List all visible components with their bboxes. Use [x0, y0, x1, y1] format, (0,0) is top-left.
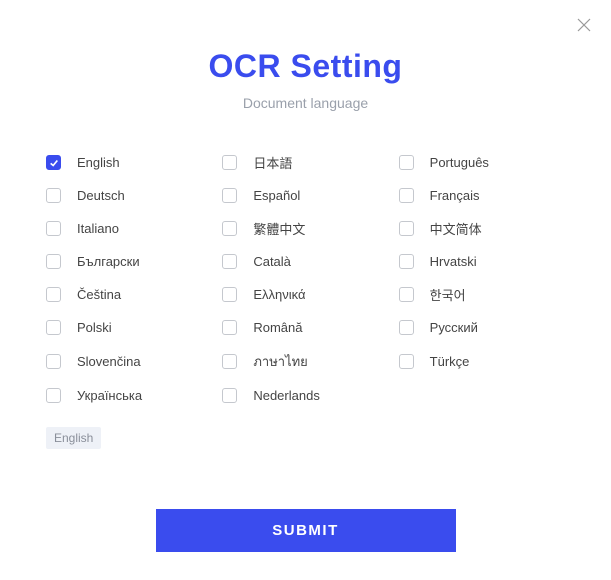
- language-checkbox[interactable]: [399, 221, 414, 236]
- language-checkbox[interactable]: [222, 320, 237, 335]
- language-option[interactable]: Українська: [46, 388, 212, 403]
- close-icon: [577, 18, 591, 32]
- language-checkbox[interactable]: [399, 320, 414, 335]
- language-checkbox[interactable]: [46, 155, 61, 170]
- language-option[interactable]: 繁體中文: [222, 219, 388, 238]
- language-checkbox[interactable]: [399, 354, 414, 369]
- language-label: 繁體中文: [253, 219, 305, 238]
- language-label: Português: [430, 155, 489, 170]
- language-label: Български: [77, 254, 140, 269]
- language-grid: English 日本語 Português Deutsch Español Françai…: [0, 111, 611, 403]
- language-label: Čeština: [77, 287, 121, 302]
- language-checkbox[interactable]: [399, 254, 414, 269]
- language-label: Türkçe: [430, 354, 470, 369]
- selected-language-tag: English: [46, 427, 101, 449]
- language-label: Ελληνικά: [253, 287, 305, 302]
- language-checkbox[interactable]: [399, 155, 414, 170]
- language-label: Polski: [77, 320, 112, 335]
- language-label: English: [77, 155, 120, 170]
- language-checkbox[interactable]: [46, 254, 61, 269]
- dialog-header: OCR Setting Document language: [0, 0, 611, 111]
- language-option[interactable]: English: [46, 153, 212, 172]
- language-label: Nederlands: [253, 388, 320, 403]
- language-label: ภาษาไทย: [253, 351, 307, 372]
- language-checkbox[interactable]: [222, 188, 237, 203]
- language-label: Slovenčina: [77, 354, 141, 369]
- language-label: 한국어: [430, 285, 466, 304]
- language-checkbox[interactable]: [222, 254, 237, 269]
- language-option[interactable]: Polski: [46, 320, 212, 335]
- language-option[interactable]: Español: [222, 188, 388, 203]
- language-option[interactable]: Türkçe: [399, 351, 565, 372]
- language-label: Español: [253, 188, 300, 203]
- language-checkbox[interactable]: [222, 221, 237, 236]
- submit-button[interactable]: SUBMIT: [156, 509, 456, 552]
- dialog-title: OCR Setting: [0, 48, 611, 85]
- language-option[interactable]: ภาษาไทย: [222, 351, 388, 372]
- language-option[interactable]: Български: [46, 254, 212, 269]
- language-label: Deutsch: [77, 188, 125, 203]
- language-option[interactable]: Deutsch: [46, 188, 212, 203]
- language-label: Українська: [77, 388, 142, 403]
- language-option[interactable]: Română: [222, 320, 388, 335]
- language-option[interactable]: Čeština: [46, 285, 212, 304]
- language-option[interactable]: Português: [399, 153, 565, 172]
- language-label: Română: [253, 320, 302, 335]
- language-checkbox[interactable]: [46, 388, 61, 403]
- language-label: Hrvatski: [430, 254, 477, 269]
- language-checkbox[interactable]: [222, 155, 237, 170]
- language-option[interactable]: Slovenčina: [46, 351, 212, 372]
- language-checkbox[interactable]: [46, 188, 61, 203]
- language-label: Русский: [430, 320, 478, 335]
- language-checkbox[interactable]: [399, 287, 414, 302]
- language-checkbox[interactable]: [222, 354, 237, 369]
- language-option[interactable]: Italiano: [46, 219, 212, 238]
- close-button[interactable]: [577, 18, 591, 32]
- language-option[interactable]: Nederlands: [222, 388, 388, 403]
- language-option[interactable]: Русский: [399, 320, 565, 335]
- language-option[interactable]: Français: [399, 188, 565, 203]
- language-checkbox[interactable]: [222, 388, 237, 403]
- language-label: Italiano: [77, 221, 119, 236]
- language-checkbox[interactable]: [399, 188, 414, 203]
- language-label: Français: [430, 188, 480, 203]
- language-option[interactable]: 한국어: [399, 285, 565, 304]
- language-label: 日本語: [253, 153, 292, 172]
- language-checkbox[interactable]: [46, 320, 61, 335]
- language-label: 中文简体: [430, 219, 482, 238]
- language-option[interactable]: Català: [222, 254, 388, 269]
- language-option[interactable]: 中文简体: [399, 219, 565, 238]
- language-checkbox[interactable]: [46, 221, 61, 236]
- language-option[interactable]: Ελληνικά: [222, 285, 388, 304]
- dialog-subtitle: Document language: [0, 95, 611, 111]
- language-label: Català: [253, 254, 291, 269]
- language-checkbox[interactable]: [46, 354, 61, 369]
- language-checkbox[interactable]: [46, 287, 61, 302]
- language-option[interactable]: 日本語: [222, 153, 388, 172]
- language-option[interactable]: Hrvatski: [399, 254, 565, 269]
- language-checkbox[interactable]: [222, 287, 237, 302]
